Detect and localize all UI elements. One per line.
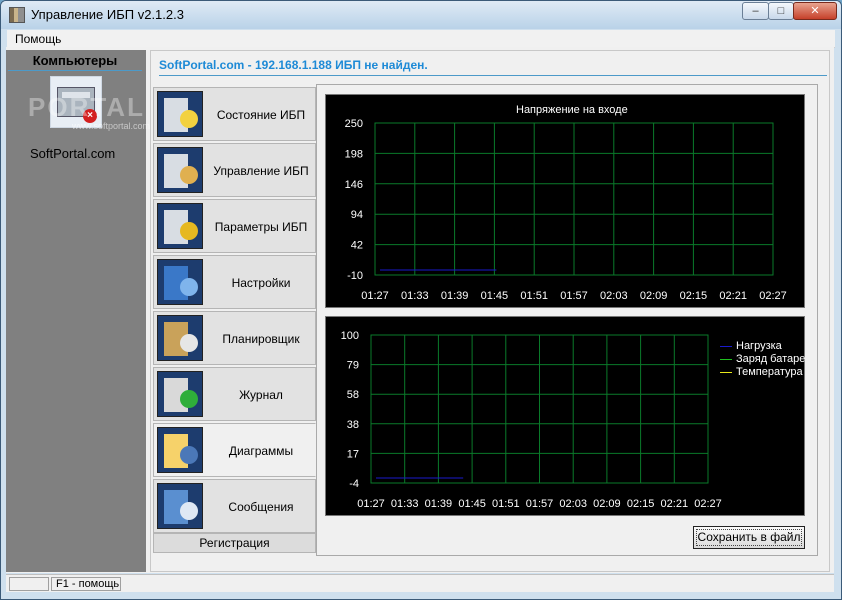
nav-button-2[interactable]: Управление ИБП — [153, 143, 316, 197]
y-tick-label: 79 — [347, 360, 359, 372]
y-tick-label: 146 — [345, 179, 363, 191]
nav-label: Управление ИБП — [213, 164, 309, 178]
y-tick-label: 42 — [351, 240, 363, 252]
x-tick-label: 02:15 — [680, 290, 708, 302]
y-tick-label: 58 — [347, 389, 359, 401]
nav-button-6[interactable]: Журнал — [153, 367, 316, 421]
watermark: PORTAL — [28, 92, 145, 122]
computers-header: Компьютеры — [8, 53, 142, 71]
status-bar: F1 - помощь — [6, 574, 834, 592]
window-title: Управление ИБП v2.1.2.3 — [31, 7, 184, 22]
watermark-url: www.softportal.com — [72, 121, 151, 131]
nav-label: Планировщик — [222, 332, 300, 346]
x-tick-label: 02:03 — [600, 290, 628, 302]
maximize-button[interactable]: □ — [768, 2, 794, 20]
x-tick-label: 01:57 — [560, 290, 588, 302]
legend-temperature: Температура — [720, 366, 803, 378]
x-tick-label: 01:27 — [357, 498, 385, 510]
nav-label: Настройки — [231, 276, 291, 290]
x-tick-label: 02:15 — [627, 498, 655, 510]
chart-plot: 250 198 146 94 42 -10 01:27 01:33 01:39 01:45 01:5… — [345, 118, 787, 302]
ups-status-icon — [157, 91, 203, 137]
legend-battery: Заряд батаре — [720, 353, 805, 365]
nav-label: Состояние ИБП — [216, 108, 306, 122]
input-voltage-chart: Напряжение на входе 250 198 146 94 42 -10 01:2… — [325, 94, 805, 308]
statusbar-help-hint: F1 - помощь — [51, 577, 121, 591]
x-tick-label: 01:33 — [401, 290, 429, 302]
x-tick-label: 02:21 — [661, 498, 689, 510]
legend-load: Нагрузка — [720, 340, 782, 352]
y-tick-label: -10 — [347, 270, 363, 282]
ups-control-icon — [157, 147, 203, 193]
nav-button-4[interactable]: Настройки — [153, 255, 316, 309]
ups-parameters-icon — [157, 203, 203, 249]
x-tick-label: 02:21 — [719, 290, 747, 302]
title-bar[interactable]: Управление ИБП v2.1.2.3 – □ ✕ — [1, 1, 841, 29]
computer-label[interactable]: SoftPortal.com — [30, 146, 115, 161]
nav-label: Диаграммы — [228, 444, 294, 458]
statusbar-pane-1 — [9, 577, 49, 591]
nav-button-8[interactable]: Сообщения — [153, 479, 316, 533]
nav-button-3[interactable]: Параметры ИБП — [153, 199, 316, 253]
y-tick-label: 17 — [347, 448, 359, 460]
status-message: SoftPortal.com - 192.168.1.188 ИБП не на… — [159, 58, 827, 76]
x-tick-label: 01:57 — [526, 498, 554, 510]
diagram-chart-icon — [157, 427, 203, 473]
y-tick-label: 250 — [345, 118, 363, 130]
nav-button-5[interactable]: Планировщик — [153, 311, 316, 365]
x-tick-label: 02:03 — [559, 498, 587, 510]
minimize-button[interactable]: – — [742, 2, 769, 20]
y-tick-label: -4 — [349, 478, 359, 490]
y-tick-label: 38 — [347, 419, 359, 431]
y-tick-label: 100 — [341, 330, 359, 342]
x-tick-label: 01:39 — [425, 498, 453, 510]
save-to-file-button[interactable]: Сохранить в файл — [693, 526, 805, 549]
nav-label: Сообщения — [228, 500, 294, 514]
y-tick-label: 198 — [345, 148, 363, 160]
x-tick-label: 01:33 — [391, 498, 419, 510]
nav-label: Параметры ИБП — [214, 220, 308, 234]
settings-gear-icon — [157, 259, 203, 305]
menu-bar: Помощь — [7, 30, 835, 48]
x-tick-label: 01:45 — [458, 498, 486, 510]
menu-help[interactable]: Помощь — [15, 32, 61, 46]
x-tick-label: 01:51 — [492, 498, 520, 510]
x-tick-label: 02:27 — [759, 290, 787, 302]
nav-button-7[interactable]: Диаграммы — [153, 423, 316, 477]
y-tick-label: 94 — [351, 209, 363, 221]
app-icon — [9, 7, 25, 23]
x-tick-label: 01:39 — [441, 290, 469, 302]
journal-printer-icon — [157, 371, 203, 417]
x-tick-label: 02:09 — [593, 498, 621, 510]
x-tick-label: 02:09 — [640, 290, 668, 302]
nav-label: Журнал — [239, 388, 283, 402]
load-battery-temperature-chart: 100 79 58 38 17 -4 01:27 01:33 01:39 01:45 01:51 01… — [325, 316, 805, 516]
scheduler-clock-icon — [157, 315, 203, 361]
x-tick-label: 01:51 — [520, 290, 548, 302]
nav-button-1[interactable]: Состояние ИБП — [153, 87, 316, 141]
x-tick-label: 01:45 — [481, 290, 509, 302]
x-tick-label: 02:27 — [694, 498, 722, 510]
close-button[interactable]: ✕ — [793, 2, 837, 20]
registration-button[interactable]: Регистрация — [153, 533, 316, 553]
messages-envelope-icon — [157, 483, 203, 529]
x-tick-label: 01:27 — [361, 290, 389, 302]
